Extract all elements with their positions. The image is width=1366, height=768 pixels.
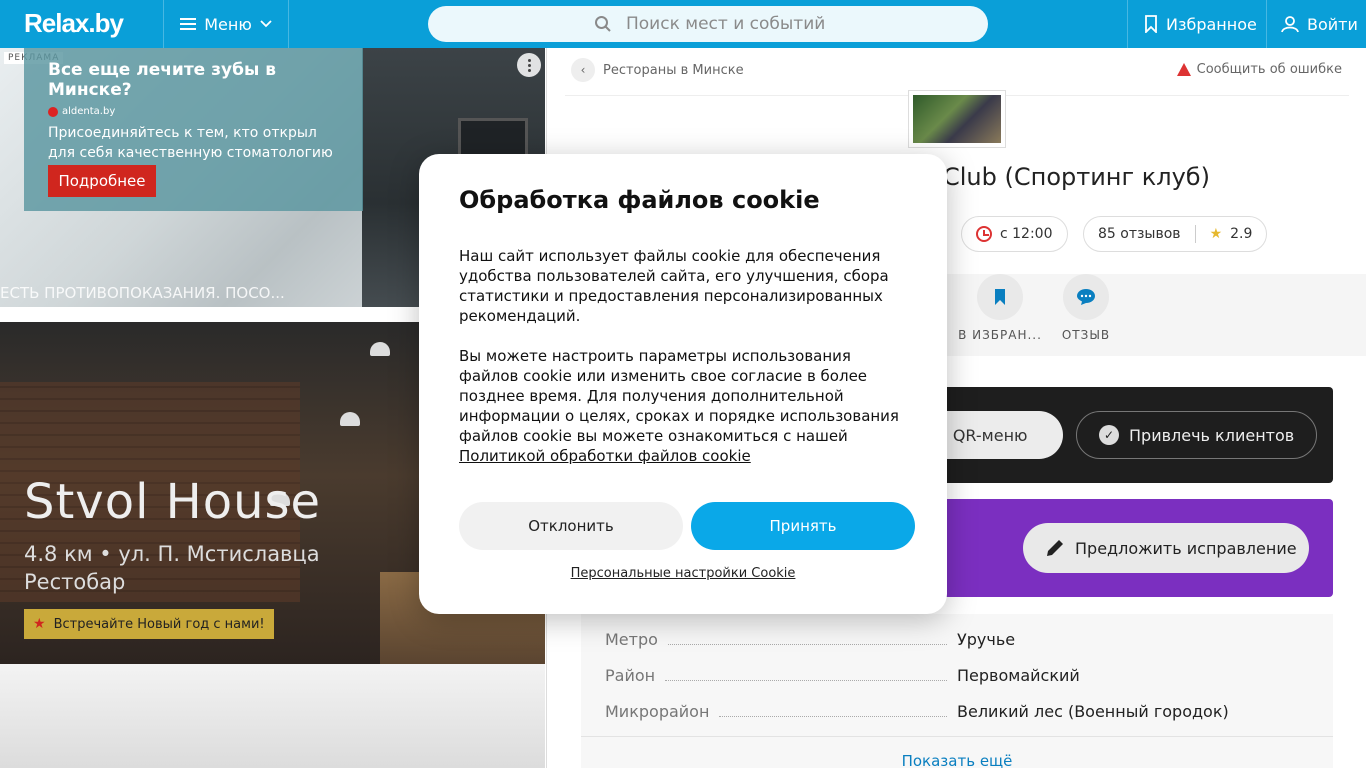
favorites-label: Избранное — [1166, 14, 1257, 34]
bookmark-icon — [1145, 15, 1157, 33]
cookie-settings-link[interactable]: Персональные настройки Cookie — [419, 566, 947, 581]
menu-button[interactable]: Меню — [163, 0, 289, 48]
menu-label: Меню — [204, 14, 252, 34]
decline-button[interactable]: Отклонить — [459, 502, 683, 550]
cookie-dialog-text: Наш сайт использует файлы cookie для обе… — [459, 247, 889, 325]
site-logo[interactable]: Relax.by — [24, 8, 124, 39]
login-label: Войти — [1307, 14, 1358, 34]
cookie-dialog-text-2: Вы можете настроить параметры использова… — [459, 346, 907, 466]
login-button[interactable]: Войти — [1266, 0, 1366, 48]
search-icon — [595, 16, 611, 32]
cookie-dialog-actions: Отклонить Принять — [459, 502, 915, 550]
cookie-policy-link[interactable]: Политикой обработки файлов cookie — [459, 447, 751, 465]
hamburger-icon — [180, 18, 197, 30]
chevron-down-icon — [260, 20, 272, 28]
search-placeholder: Поиск мест и событий — [626, 14, 826, 34]
user-icon — [1281, 16, 1299, 33]
accept-button[interactable]: Принять — [691, 502, 915, 550]
cookie-dialog-text-body: Вы можете настроить параметры использова… — [459, 347, 899, 445]
cookie-consent-dialog: Обработка файлов cookie Наш сайт использ… — [419, 154, 947, 614]
top-header: Relax.by Меню Поиск мест и событий Избра… — [0, 0, 1366, 48]
favorites-button[interactable]: Избранное — [1127, 0, 1267, 48]
cookie-dialog-title: Обработка файлов cookie — [459, 186, 820, 214]
search-input[interactable]: Поиск мест и событий — [428, 6, 988, 42]
